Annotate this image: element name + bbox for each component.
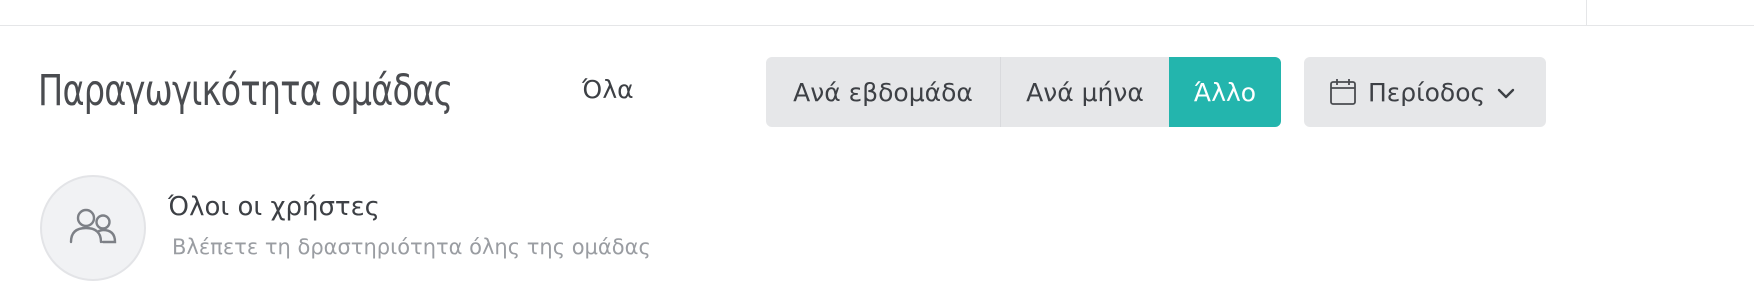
period-dropdown-button[interactable]: Περίοδος (1304, 57, 1546, 127)
monthly-toggle-button[interactable]: Ανά μήνα (1000, 57, 1169, 127)
top-bar-divider (1586, 0, 1587, 26)
filter-all-link[interactable]: Όλα (582, 72, 634, 108)
page-title: Παραγωγικότητα ομάδας (38, 66, 453, 116)
users-icon (69, 208, 117, 244)
user-scope-name: Όλοι οι χρήστες (168, 192, 380, 222)
period-label: Περίοδος (1368, 77, 1486, 107)
calendar-icon (1328, 77, 1358, 107)
other-toggle-button[interactable]: Άλλο (1169, 57, 1281, 127)
users-avatar (40, 175, 146, 281)
user-scope-description: Βλέπετε τη δραστηριότητα όλης της ομάδας (172, 235, 651, 259)
chevron-down-icon (1495, 81, 1517, 103)
top-bar (0, 0, 1754, 26)
range-toggle: Ανά εβδομάδα Ανά μήνα Άλλο (766, 57, 1281, 127)
weekly-toggle-button[interactable]: Ανά εβδομάδα (766, 57, 1000, 127)
